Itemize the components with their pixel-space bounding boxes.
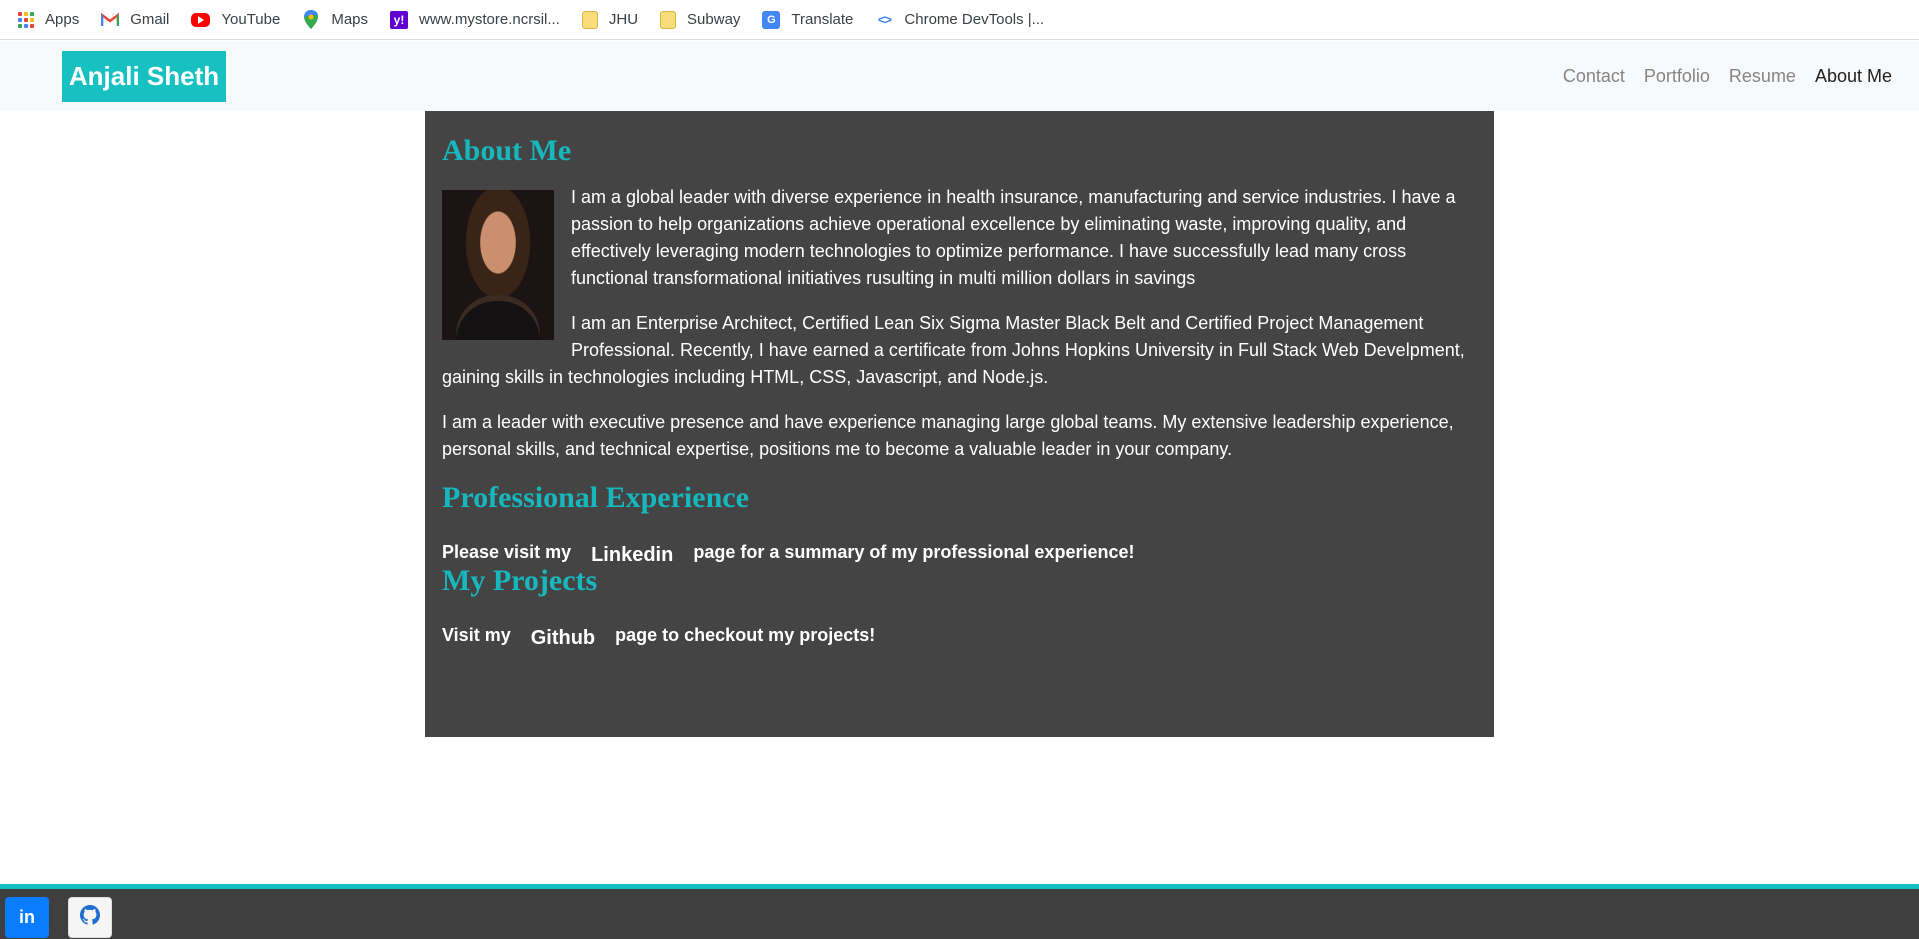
experience-prefix: Please visit my [442,542,572,562]
github-button[interactable] [68,897,112,938]
bookmark-label: Apps [45,11,80,28]
projects-heading: My Projects [442,564,598,597]
folder-icon [660,10,677,29]
about-card: About Me I am a global leader with diver… [425,111,1494,737]
bookmark-label: YouTube [221,11,281,28]
yahoo-icon: y! [390,10,409,29]
github-icon [80,905,101,930]
bookmark-label: Subway [687,11,741,28]
experience-suffix: page for a summary of my professional ex… [693,542,1135,562]
about-paragraph-1: I am a global leader with diverse experi… [571,187,1456,288]
about-paragraph-3: I am a leader with executive presence an… [442,412,1454,459]
bookmark-translate[interactable]: G Translate [762,10,854,29]
bookmark-label: Maps [331,11,369,28]
apps-icon [18,11,34,28]
navbar: Anjali Sheth Contact Portfolio Resume Ab… [0,41,1919,111]
bookmark-label: JHU [608,11,639,28]
bookmark-maps[interactable]: Maps [302,10,369,29]
linkedin-button[interactable]: in [5,897,49,938]
nav-contact[interactable]: Contact [1563,66,1625,87]
folder-icon [581,10,598,29]
projects-prefix: Visit my [442,625,511,645]
experience-line: Please visit my Linkedin page for a summ… [442,541,1477,567]
nav-links: Contact Portfolio Resume About Me [1544,41,1892,111]
bookmark-label: Translate [791,11,854,28]
projects-line: Visit my Github page to checkout my proj… [442,624,1477,650]
bookmark-jhu[interactable]: JHU [581,10,639,29]
bookmark-label: Gmail [130,11,170,28]
bookmark-label: Chrome DevTools |... [904,11,1045,28]
footer: in [0,884,1919,939]
bookmark-mystore[interactable]: y! www.mystore.ncrsil... [390,10,560,29]
linkedin-icon: in [19,907,35,927]
about-heading: About Me [442,134,572,167]
maps-icon [302,10,320,29]
translate-icon: G [762,10,781,29]
devtools-icon: <> [877,12,892,27]
about-paragraph-2: I am an Enterprise Architect, Certified … [442,313,1465,387]
nav-about-me[interactable]: About Me [1815,66,1892,87]
bookmark-subway[interactable]: Subway [660,10,741,29]
bookmark-youtube[interactable]: YouTube [191,11,280,28]
projects-suffix: page to checkout my projects! [615,625,876,645]
profile-photo [442,190,554,340]
nav-portfolio[interactable]: Portfolio [1644,66,1710,87]
experience-heading: Professional Experience [442,481,749,514]
linkedin-link[interactable]: Linkedin [591,544,673,567]
github-link[interactable]: Github [531,627,595,650]
bookmark-devtools[interactable]: <> Chrome DevTools |... [875,11,1044,29]
brand-logo[interactable]: Anjali Sheth [62,51,226,102]
youtube-icon [191,12,211,27]
bookmark-apps[interactable]: Apps [18,11,79,28]
bookmark-gmail[interactable]: Gmail [101,11,169,29]
bookmarks-bar: Apps Gmail YouTube Maps y! www.mystore.n… [0,0,1919,40]
nav-resume[interactable]: Resume [1729,66,1796,87]
bookmark-label: www.mystore.ncrsil... [419,11,560,28]
gmail-icon [101,11,120,29]
